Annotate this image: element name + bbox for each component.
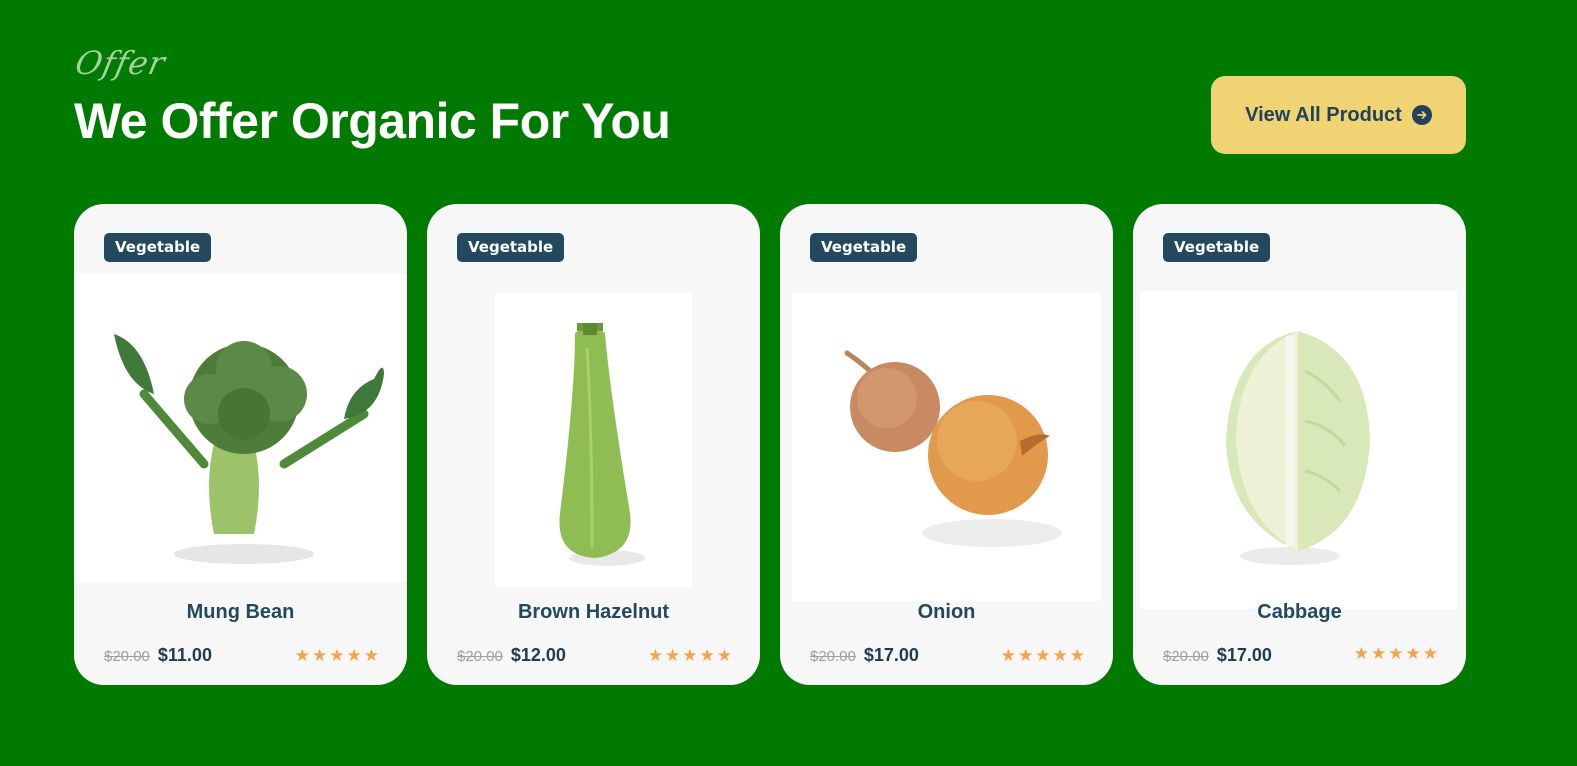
product-name[interactable]: Mung Bean (74, 601, 407, 624)
section-eyebrow: Offer (71, 44, 170, 82)
cabbage-image[interactable] (1140, 291, 1457, 609)
product-name[interactable]: Brown Hazelnut (427, 601, 760, 624)
zucchini-image[interactable] (495, 293, 692, 587)
product-name[interactable]: Cabbage (1133, 601, 1466, 624)
star-icon: ★ (647, 646, 663, 665)
star-icon: ★ (1405, 644, 1421, 663)
star-icon: ★ (294, 646, 310, 665)
product-prices: $20.00 $17.00 (810, 645, 919, 666)
category-badge: Vegetable (457, 233, 565, 262)
star-icon: ★ (346, 646, 362, 665)
product-card[interactable]: Vegetable Brown Hazelnut $20.00 $12.00 ★… (427, 204, 760, 685)
onion-image[interactable] (792, 293, 1101, 601)
old-price: $20.00 (810, 648, 856, 665)
section-title: We Offer Organic For You (74, 93, 671, 149)
current-price: $12.00 (510, 645, 566, 665)
product-card[interactable]: Vegetable Onion $20.00 $17.00 ★ ★ ★ ★ ★ (780, 204, 1113, 685)
product-prices: $20.00 $11.00 (104, 645, 212, 666)
view-all-product-button[interactable]: View All Product (1211, 76, 1466, 154)
star-icon: ★ (682, 646, 698, 665)
star-icon: ★ (1035, 646, 1051, 665)
current-price: $17.00 (863, 645, 919, 665)
star-icon: ★ (1371, 644, 1387, 663)
star-rating: ★ ★ ★ ★ ★ (1001, 647, 1085, 664)
star-icon: ★ (716, 646, 732, 665)
star-rating: ★ ★ ★ ★ ★ (648, 647, 732, 664)
product-prices: $20.00 $17.00 (1163, 645, 1272, 666)
product-prices: $20.00 $12.00 (457, 645, 566, 666)
star-icon: ★ (1353, 644, 1369, 663)
view-all-label: View All Product (1245, 103, 1402, 126)
star-icon: ★ (1422, 644, 1438, 663)
star-icon: ★ (363, 646, 379, 665)
star-icon: ★ (1018, 646, 1034, 665)
category-badge: Vegetable (810, 233, 918, 262)
current-price: $11.00 (157, 645, 212, 665)
product-name[interactable]: Onion (780, 601, 1113, 624)
star-icon: ★ (1388, 644, 1404, 663)
current-price: $17.00 (1216, 645, 1272, 665)
category-badge: Vegetable (1163, 233, 1271, 262)
star-icon: ★ (1000, 646, 1016, 665)
star-icon: ★ (665, 646, 681, 665)
category-badge: Vegetable (104, 233, 212, 262)
star-icon: ★ (1069, 646, 1085, 665)
old-price: $20.00 (457, 648, 503, 665)
old-price: $20.00 (1163, 648, 1209, 665)
arrow-right-circle-icon (1411, 105, 1432, 125)
star-icon: ★ (1052, 646, 1068, 665)
star-icon: ★ (312, 646, 328, 665)
old-price: $20.00 (104, 648, 150, 665)
star-icon: ★ (699, 646, 715, 665)
star-rating: ★ ★ ★ ★ ★ (1354, 645, 1438, 662)
product-card[interactable]: Vegetable Cabbage $20.00 $17.00 ★ ★ ★ ★ ★ (1133, 204, 1466, 685)
star-icon: ★ (329, 646, 345, 665)
product-card[interactable]: Vegetable Mung Bean $20.00 $11.00 ★ ★ ★ ★ ★ (74, 204, 407, 685)
broccoli-image[interactable] (74, 274, 407, 582)
star-rating: ★ ★ ★ ★ ★ (295, 647, 379, 664)
